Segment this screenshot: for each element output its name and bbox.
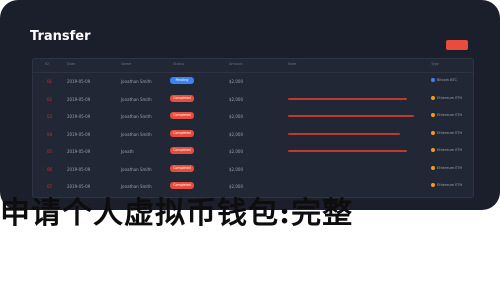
- article-headline: 申请个人虚拟币钱包:完整: [0, 196, 354, 231]
- row-name: Jonathan Smith: [121, 131, 152, 137]
- status-badge: Completed: [170, 147, 194, 154]
- row-id: 06: [47, 166, 53, 172]
- top-action-button[interactable]: [446, 40, 468, 50]
- row-date: 2019-05-09: [67, 149, 91, 154]
- row-date: 2019-05-09: [67, 166, 91, 172]
- row-date: 2019-05-09: [67, 131, 91, 137]
- row-currency: Ethereum ETH: [431, 183, 462, 187]
- currency-dot-icon: [431, 148, 435, 152]
- row-name: Jonathan Smith: [121, 166, 152, 172]
- currency-dot-icon: [431, 165, 435, 170]
- transactions-table: ID Date Name Status Amount Note Type 01 2…: [32, 58, 474, 198]
- column-header-amount: Amount: [229, 62, 243, 66]
- column-header-type: Type: [431, 62, 440, 66]
- currency-label: Ethereum ETH: [437, 113, 463, 117]
- row-amount: $2,000: [229, 166, 243, 172]
- table-row[interactable]: 01 2019-05-09 Jonathan Smith Pending $2,000 B…: [33, 73, 473, 91]
- status-badge: Completed: [170, 94, 194, 102]
- status-badge: Completed: [170, 164, 194, 172]
- currency-dot-icon: [431, 130, 435, 135]
- status-badge: Completed: [170, 129, 194, 137]
- row-name: Jonathan Smith: [121, 96, 152, 102]
- currency-label: Ethereum ETH: [437, 95, 463, 100]
- column-header-date: Date: [67, 62, 76, 66]
- row-currency: Ethereum ETH: [431, 95, 463, 100]
- row-currency: Ethereum ETH: [431, 165, 463, 170]
- currency-dot-icon: [431, 78, 435, 82]
- row-amount: $2,000: [229, 114, 243, 119]
- status-badge: Pending: [170, 77, 194, 84]
- row-amount: $2,000: [229, 79, 243, 84]
- column-header-status: Status: [173, 62, 185, 66]
- table-row[interactable]: 04 2019-05-09 Jonathan Smith Completed $2,00…: [33, 126, 473, 144]
- row-id: 03: [47, 114, 53, 119]
- column-header-name: Name: [121, 62, 132, 66]
- currency-dot-icon: [431, 95, 435, 100]
- table-row[interactable]: 03 2019-05-09 Jonathan Smith Completed $2,00…: [33, 108, 473, 126]
- table-row[interactable]: 06 2019-05-09 Jonathan Smith Completed $2,00…: [33, 161, 473, 179]
- note-bar: [288, 150, 407, 152]
- column-header-id: ID: [45, 62, 49, 66]
- row-currency: Ethereum ETH: [431, 130, 463, 135]
- row-id: 05: [47, 149, 53, 154]
- row-name: Jonath: [121, 149, 134, 154]
- row-date: 2019-05-09: [67, 79, 91, 84]
- row-amount: $2,000: [229, 131, 243, 137]
- row-date: 2019-05-09: [67, 114, 91, 119]
- transfer-window: Transfer ID Date Name Status Amount Note…: [0, 0, 500, 210]
- row-name: Jonathan Smith: [121, 114, 152, 119]
- row-id: 02: [47, 96, 53, 102]
- row-currency: Ethereum ETH: [431, 148, 462, 152]
- row-amount: $2,000: [229, 149, 243, 154]
- table-header: ID Date Name Status Amount Note Type: [33, 59, 473, 73]
- page-title: Transfer: [30, 29, 91, 44]
- currency-dot-icon: [431, 113, 435, 117]
- table-row[interactable]: 05 2019-05-09 Jonath Completed $2,000 Ethereu…: [33, 143, 473, 161]
- row-currency: Ethereum ETH: [431, 113, 462, 117]
- currency-label: Ethereum ETH: [437, 183, 463, 187]
- row-id: 04: [47, 131, 53, 137]
- row-amount: $2,000: [229, 96, 243, 102]
- table-row[interactable]: 02 2019-05-09 Jonathan Smith Completed $2,00…: [33, 91, 473, 109]
- note-bar: [288, 97, 407, 100]
- row-date: 2019-05-09: [67, 96, 91, 102]
- currency-label: Bitcoin BTC: [437, 78, 457, 82]
- note-bar: [288, 115, 414, 117]
- row-id: 01: [47, 79, 53, 84]
- row-currency: Bitcoin BTC: [431, 78, 457, 82]
- currency-label: Ethereum ETH: [437, 165, 463, 170]
- column-header-note: Note: [288, 62, 297, 66]
- currency-label: Ethereum ETH: [437, 148, 463, 152]
- currency-dot-icon: [431, 183, 435, 187]
- currency-label: Ethereum ETH: [437, 130, 463, 135]
- status-badge: Completed: [170, 112, 194, 119]
- note-bar: [288, 132, 400, 135]
- row-name: Jonathan Smith: [121, 79, 152, 84]
